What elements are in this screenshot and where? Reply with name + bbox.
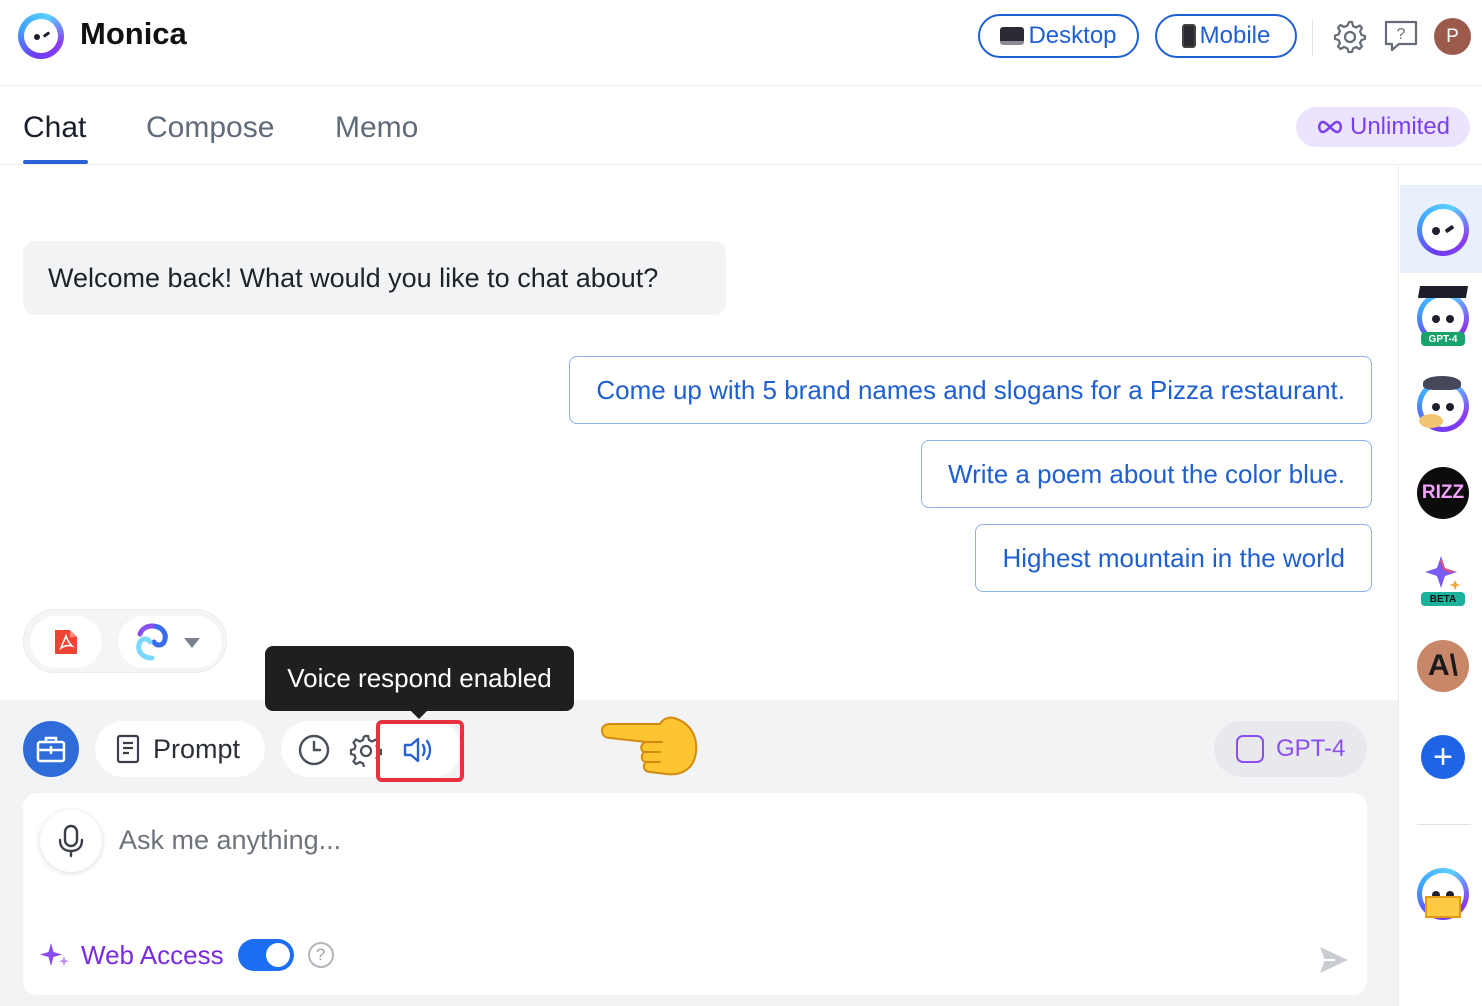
model-selector-tool[interactable] bbox=[118, 616, 222, 668]
prompt-label: Prompt bbox=[153, 733, 241, 764]
tooltip-arrow bbox=[409, 709, 429, 719]
mobile-label: Mobile bbox=[1199, 22, 1271, 49]
web-access-toggle[interactable] bbox=[237, 939, 294, 971]
suggestion-chip[interactable]: Come up with 5 brand names and slogans f… bbox=[569, 356, 1372, 424]
app-header: Monica Desktop Mobile ? P bbox=[0, 0, 1482, 86]
pointing-hand-icon bbox=[600, 716, 698, 776]
beret-icon bbox=[1423, 376, 1461, 390]
pdf-tool-button[interactable] bbox=[30, 616, 102, 668]
tab-memo[interactable]: Memo bbox=[335, 111, 418, 145]
swirl-logo-icon bbox=[136, 623, 168, 661]
claude-bot-icon[interactable]: A\ bbox=[1417, 640, 1469, 692]
gpt4-badge: GPT-4 bbox=[1421, 332, 1465, 346]
rizz-bot-icon[interactable]: RIZZ bbox=[1417, 467, 1469, 519]
help-chat-icon[interactable]: ? bbox=[1383, 18, 1419, 54]
sparkle-icon bbox=[40, 943, 69, 967]
model-label: GPT-4 bbox=[1276, 735, 1346, 762]
desktop-button[interactable]: Desktop bbox=[978, 14, 1139, 58]
infinity-icon bbox=[1317, 120, 1342, 134]
pdf-icon bbox=[55, 630, 77, 654]
attachment-tools bbox=[23, 609, 227, 673]
tab-chat[interactable]: Chat bbox=[23, 111, 86, 145]
unlimited-label: Unlimited bbox=[1349, 113, 1451, 140]
model-square-icon bbox=[1236, 735, 1264, 763]
svg-text:?: ? bbox=[1397, 26, 1406, 43]
palette-icon bbox=[1419, 414, 1443, 428]
gpt4-bot-icon[interactable]: GPT-4 bbox=[1417, 286, 1469, 346]
main-tabs: Chat Compose Memo Unlimited bbox=[0, 87, 1482, 165]
message-input[interactable]: Ask me anything... bbox=[119, 825, 341, 856]
toolkit-button[interactable] bbox=[23, 721, 79, 777]
message-input-box[interactable]: Ask me anything... Web Access ? bbox=[23, 793, 1367, 995]
microphone-icon bbox=[58, 824, 84, 858]
microphone-button[interactable] bbox=[40, 810, 102, 872]
history-clock-icon[interactable] bbox=[297, 733, 331, 767]
phone-icon bbox=[1181, 24, 1196, 48]
add-bot-button[interactable]: + bbox=[1421, 735, 1465, 779]
envelope-icon bbox=[1425, 896, 1461, 918]
send-icon[interactable] bbox=[1317, 943, 1351, 977]
voice-tooltip: Voice respond enabled bbox=[265, 646, 574, 719]
beta-badge: BETA bbox=[1421, 592, 1465, 606]
web-access-label: Web Access bbox=[81, 939, 224, 970]
user-avatar[interactable]: P bbox=[1434, 18, 1471, 55]
gemini-bot-icon[interactable]: BETA bbox=[1417, 552, 1469, 606]
mobile-button[interactable]: Mobile bbox=[1155, 14, 1297, 58]
monica-bot-icon[interactable] bbox=[1417, 204, 1469, 256]
prompt-book-icon bbox=[116, 734, 140, 764]
unlimited-plan-badge[interactable]: Unlimited bbox=[1296, 107, 1470, 147]
monica-logo-icon bbox=[18, 13, 64, 59]
tooltip-text: Voice respond enabled bbox=[287, 663, 552, 693]
graduation-cap-icon bbox=[1417, 286, 1469, 298]
web-access-help-icon[interactable]: ? bbox=[307, 942, 334, 968]
mail-bot-icon[interactable] bbox=[1417, 868, 1469, 920]
model-selector-button[interactable]: GPT-4 bbox=[1214, 721, 1367, 777]
gemini-sparkle-icon bbox=[1425, 556, 1461, 590]
prompt-button[interactable]: Prompt bbox=[95, 721, 265, 777]
web-access-control: Web Access ? bbox=[39, 939, 334, 971]
suggestion-chip[interactable]: Highest mountain in the world bbox=[975, 524, 1372, 592]
chat-area: Welcome back! What would you like to cha… bbox=[0, 166, 1398, 700]
laptop-icon bbox=[1000, 27, 1025, 45]
settings-gear-icon[interactable] bbox=[1331, 18, 1367, 54]
desktop-label: Desktop bbox=[1028, 22, 1117, 49]
active-tab-indicator bbox=[23, 160, 88, 164]
painter-bot-icon[interactable] bbox=[1417, 376, 1469, 432]
suggestion-chip[interactable]: Write a poem about the color blue. bbox=[921, 440, 1372, 508]
welcome-message: Welcome back! What would you like to cha… bbox=[23, 241, 726, 315]
tab-compose[interactable]: Compose bbox=[146, 111, 274, 145]
chevron-down-icon bbox=[184, 638, 200, 648]
app-name: Monica bbox=[80, 16, 187, 51]
voice-respond-highlight bbox=[376, 720, 464, 782]
composer-area: Prompt GPT-4 Ask me anything... Web Acce… bbox=[0, 700, 1398, 1006]
header-divider bbox=[1312, 20, 1313, 56]
sidebar-divider bbox=[1417, 824, 1471, 825]
bot-sidebar: GPT-4 RIZZ BETA A\ + bbox=[1398, 166, 1482, 1006]
toolbox-icon bbox=[36, 736, 66, 763]
